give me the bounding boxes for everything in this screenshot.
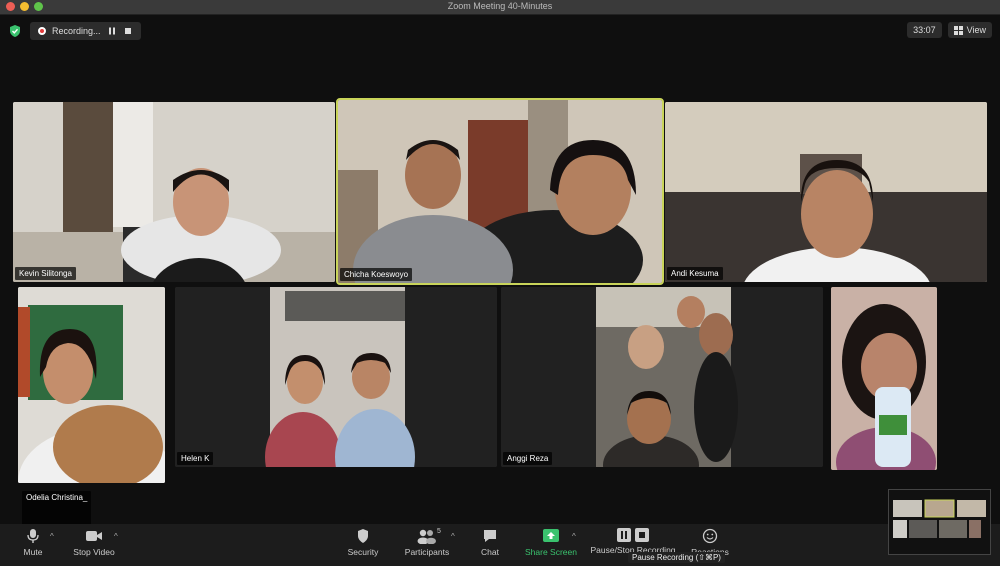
chat-button[interactable]: Chat [476, 528, 504, 557]
mute-button[interactable]: Mute [20, 528, 46, 557]
video-feed-helen [175, 287, 497, 467]
recording-label: Recording... [52, 26, 101, 36]
video-tile-odelia[interactable]: Odelia Christina_ [18, 287, 165, 483]
security-shield-icon [358, 529, 368, 543]
window-title: Zoom Meeting 40-Minutes [447, 1, 553, 11]
participants-options-chevron-icon[interactable]: ^ [451, 532, 455, 541]
video-tile-kevin[interactable]: Kevin Silitonga [13, 102, 335, 282]
participants-label: Participants [404, 547, 450, 557]
pause-stop-recording-button[interactable]: Pause/Stop Recording [588, 528, 678, 555]
video-feed-unnamed [831, 287, 937, 470]
top-right-controls: 33:07 View [907, 22, 992, 38]
participant-name-anggi: Anggi Reza [503, 452, 553, 465]
view-label: View [966, 25, 986, 35]
share-screen-icon [543, 529, 559, 542]
encryption-shield-icon[interactable] [8, 24, 22, 38]
share-screen-label: Share Screen [525, 547, 577, 557]
stop-video-label: Stop Video [73, 547, 115, 557]
meeting-status-bar: Recording... [8, 22, 141, 40]
meeting-toolbar: Mute ^ Stop Video ^ Security Participant… [0, 524, 1000, 566]
meeting-timer: 33:07 [907, 22, 942, 38]
video-feed-chicha [338, 100, 662, 283]
thumbnail-grid [889, 490, 990, 554]
chat-label: Chat [481, 547, 499, 557]
video-feed-anggi [501, 287, 823, 467]
pause-icon[interactable] [107, 26, 117, 36]
recording-indicator[interactable]: Recording... [30, 22, 141, 40]
video-tile-helen[interactable]: Helen K [175, 287, 497, 467]
stop-video-button[interactable]: Stop Video [68, 528, 120, 557]
video-tile-unnamed[interactable] [831, 287, 937, 470]
recording-dot-icon [38, 27, 46, 35]
participant-name-andi: Andi Kesuma [667, 267, 723, 280]
stop-recording-icon[interactable] [635, 528, 649, 542]
microphone-icon [27, 529, 39, 543]
video-options-chevron-icon[interactable]: ^ [114, 532, 118, 541]
view-button[interactable]: View [947, 22, 992, 38]
share-screen-button[interactable]: Share Screen [523, 528, 579, 557]
mute-label: Mute [23, 547, 43, 557]
video-feed-odelia [18, 287, 165, 483]
video-tile-chicha[interactable]: Chicha Koeswoyo [336, 98, 664, 285]
smiley-face-icon [702, 528, 718, 544]
pause-recording-tooltip: Pause Recording (⇧⌘P) [628, 552, 725, 563]
video-tile-andi[interactable]: Andi Kesuma [665, 102, 987, 282]
stop-icon[interactable] [123, 26, 133, 36]
participants-icon [417, 529, 436, 544]
security-button[interactable]: Security [343, 528, 383, 557]
video-feed-kevin [13, 102, 335, 282]
participant-name-chicha: Chicha Koeswoyo [340, 268, 413, 281]
chat-bubble-icon [484, 530, 496, 542]
audio-options-chevron-icon[interactable]: ^ [50, 532, 54, 541]
meeting-thumbnail-preview[interactable] [888, 489, 991, 555]
video-camera-icon [86, 531, 102, 541]
share-options-chevron-icon[interactable]: ^ [572, 532, 576, 541]
pause-recording-icon[interactable] [617, 528, 631, 542]
window-titlebar: Zoom Meeting 40-Minutes [0, 0, 1000, 15]
grid-view-icon [953, 25, 963, 35]
participants-count: 5 [437, 528, 441, 535]
participants-button[interactable]: Participants [401, 528, 453, 557]
participant-name-kevin: Kevin Silitonga [15, 267, 76, 280]
video-feed-andi [665, 102, 987, 282]
video-tile-anggi[interactable]: Anggi Reza [501, 287, 823, 467]
security-label: Security [347, 547, 379, 557]
participant-name-helen: Helen K [177, 452, 214, 465]
